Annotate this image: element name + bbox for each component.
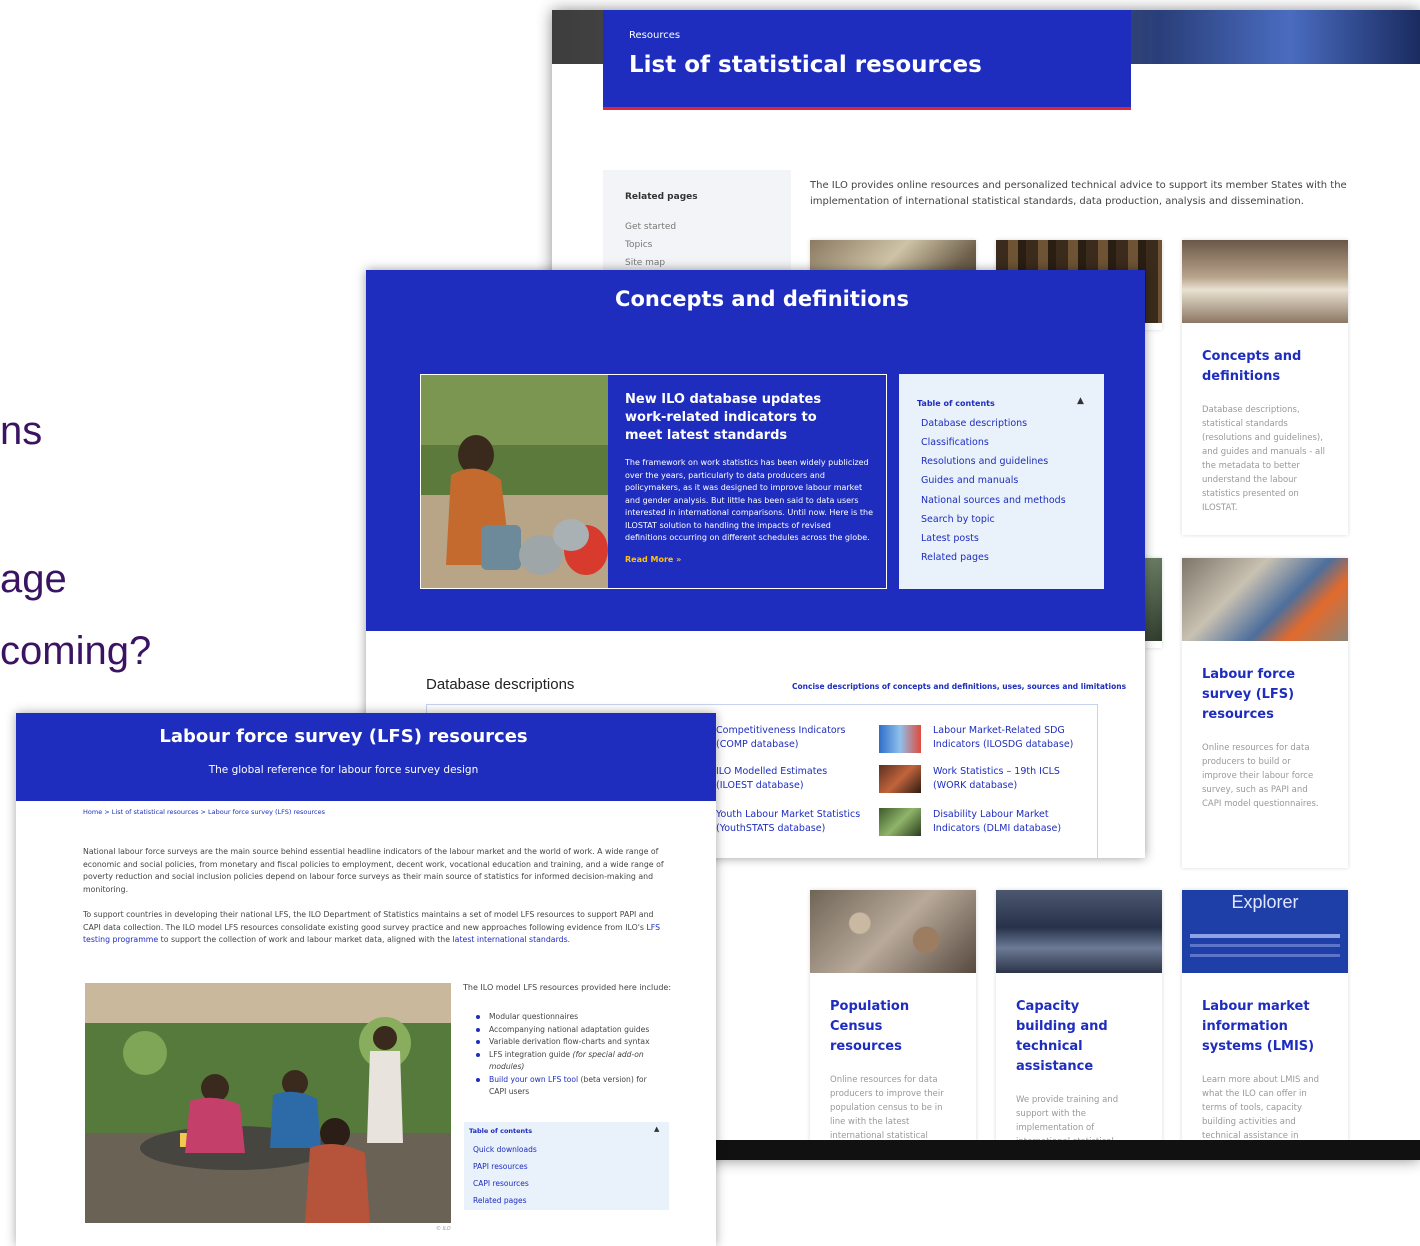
card-description: Online resources for data producers to b… xyxy=(1202,743,1319,809)
list-item: Variable derivation flow-charts and synt… xyxy=(474,1036,664,1049)
db-link-youthstats[interactable]: Youth Labour Market Statistics (YouthSTA… xyxy=(716,808,866,836)
related-pages-box: Related pages Get started Topics Site ma… xyxy=(603,170,791,280)
card-title: Concepts and definitions xyxy=(1202,349,1302,384)
toc-item[interactable]: Search by topic xyxy=(921,514,995,525)
slide-text-fragment: coming? xyxy=(0,629,152,673)
card-description: Online resources for data producers to i… xyxy=(830,1075,944,1150)
list-item: Modular questionnaires xyxy=(474,1011,664,1024)
toc-item[interactable]: Resolutions and guidelines xyxy=(921,456,1048,467)
card-title: Labour force survey (LFS) resources xyxy=(1202,667,1296,722)
resources-intro: The ILO model LFS resources provided her… xyxy=(463,983,672,992)
classroom-image xyxy=(996,890,1162,973)
toc-item[interactable]: Guides and manuals xyxy=(921,475,1018,486)
toc-item[interactable]: PAPI resources xyxy=(473,1162,528,1171)
toc-item[interactable]: Related pages xyxy=(921,552,989,563)
latest-standards-link[interactable]: latest international standards xyxy=(453,935,568,944)
survey-fieldwork-image xyxy=(1182,558,1348,641)
news-headline[interactable]: New ILO database updates work-related in… xyxy=(625,391,855,445)
toc-item[interactable]: Database descriptions xyxy=(921,418,1027,429)
resources-list: Modular questionnaires Accompanying nati… xyxy=(474,1011,664,1099)
photo-credit: © ILO xyxy=(436,1226,451,1232)
toc-heading: Table of contents xyxy=(917,399,995,408)
sdg-database-icon xyxy=(879,725,921,753)
crowd-image xyxy=(810,890,976,973)
slide-text-fragment: age xyxy=(0,557,67,601)
related-pages-heading: Related pages xyxy=(625,192,698,202)
card-description: Learn more about LMIS and what the ILO c… xyxy=(1202,1075,1320,1141)
db-link-ilosdg[interactable]: Labour Market-Related SDG Indicators (IL… xyxy=(933,724,1083,752)
build-lfs-tool-link[interactable]: Build your own LFS tool xyxy=(489,1075,578,1084)
page-hero: Resources List of statistical resources xyxy=(603,10,1131,110)
card-title: Capacity building and technical assistan… xyxy=(1016,999,1108,1074)
breadcrumb[interactable]: Resources xyxy=(629,30,680,41)
db-link-dlmi[interactable]: Disability Labour Market Indicators (DLM… xyxy=(933,808,1083,836)
related-link-site-map[interactable]: Site map xyxy=(625,258,665,268)
toc-item[interactable]: CAPI resources xyxy=(473,1179,529,1188)
concepts-header-band: Concepts and definitions New ILO databas… xyxy=(366,270,1145,631)
db-link-comp[interactable]: Competitiveness Indicators (COMP databas… xyxy=(716,724,856,752)
db-link-iloest[interactable]: ILO Modelled Estimates (ILOEST database) xyxy=(716,765,866,793)
chevron-up-icon[interactable]: ▲ xyxy=(1077,396,1084,406)
news-feature[interactable]: New ILO database updates work-related in… xyxy=(420,374,887,589)
read-more-link[interactable]: Read More » xyxy=(625,555,681,564)
news-photo xyxy=(421,375,608,588)
page-title: Labour force survey (LFS) resources xyxy=(159,726,528,747)
card-lfs-resources[interactable]: Labour force survey (LFS) resources Onli… xyxy=(1182,558,1348,868)
lfs-intro-paragraph: National labour force surveys are the ma… xyxy=(83,847,664,894)
database-descriptions-subheading: Concise descriptions of concepts and def… xyxy=(792,682,1127,691)
card-description: Database descriptions, statistical stand… xyxy=(1202,405,1325,513)
chevron-up-icon[interactable]: ▲ xyxy=(654,1125,659,1133)
lfs-resources-screenshot: Labour force survey (LFS) resources The … xyxy=(16,713,716,1246)
card-population-census[interactable]: Population Census resources Online resou… xyxy=(810,890,976,1150)
toc-item[interactable]: Classifications xyxy=(921,437,989,448)
page-title: Concepts and definitions xyxy=(615,287,909,311)
toc-item[interactable]: Quick downloads xyxy=(473,1145,537,1154)
books-image xyxy=(1182,240,1348,323)
list-item: Build your own LFS tool (beta version) f… xyxy=(474,1074,664,1099)
card-title: Labour market information systems (LMIS) xyxy=(1202,999,1315,1054)
card-capacity-building[interactable]: Capacity building and technical assistan… xyxy=(996,890,1162,1150)
card-lmis[interactable]: Explorer Labour market information syste… xyxy=(1182,890,1348,1150)
intro-text: The ILO provides online resources and pe… xyxy=(810,180,1347,207)
dlmi-database-icon xyxy=(879,808,921,836)
related-link-topics[interactable]: Topics xyxy=(625,240,652,250)
toc-item[interactable]: Related pages xyxy=(473,1196,527,1205)
explorer-logo: Explorer xyxy=(1231,892,1299,912)
card-title: Population Census resources xyxy=(830,999,910,1054)
card-concepts-definitions[interactable]: Concepts and definitions Database descri… xyxy=(1182,240,1348,535)
table-of-contents: Table of contents ▲ Database description… xyxy=(899,374,1104,589)
toc-item[interactable]: National sources and methods xyxy=(921,495,1066,506)
table-of-contents: Table of contents ▲ Quick downloads PAPI… xyxy=(464,1122,669,1210)
list-item: LFS integration guide (for special add-o… xyxy=(474,1049,664,1074)
work-database-icon xyxy=(879,765,921,793)
lfs-support-paragraph: To support countries in developing their… xyxy=(83,910,661,944)
news-body: The framework on work statistics has bee… xyxy=(625,458,873,542)
db-link-work[interactable]: Work Statistics – 19th ICLS (WORK databa… xyxy=(933,765,1083,793)
toc-heading: Table of contents xyxy=(469,1127,533,1135)
interview-photo xyxy=(85,983,451,1223)
page-title: List of statistical resources xyxy=(629,52,982,78)
page-subtitle: The global reference for labour force su… xyxy=(208,764,479,776)
explorer-screenshot-image: Explorer xyxy=(1182,890,1348,973)
breadcrumb[interactable]: Home > List of statistical resources > L… xyxy=(83,808,325,816)
database-descriptions-heading: Database descriptions xyxy=(426,676,575,693)
slide-text-fragment: ns xyxy=(0,409,43,453)
lfs-header-band: Labour force survey (LFS) resources The … xyxy=(16,713,716,801)
toc-item[interactable]: Latest posts xyxy=(921,533,979,544)
list-item: Accompanying national adaptation guides xyxy=(474,1024,664,1037)
related-link-get-started[interactable]: Get started xyxy=(625,222,676,232)
